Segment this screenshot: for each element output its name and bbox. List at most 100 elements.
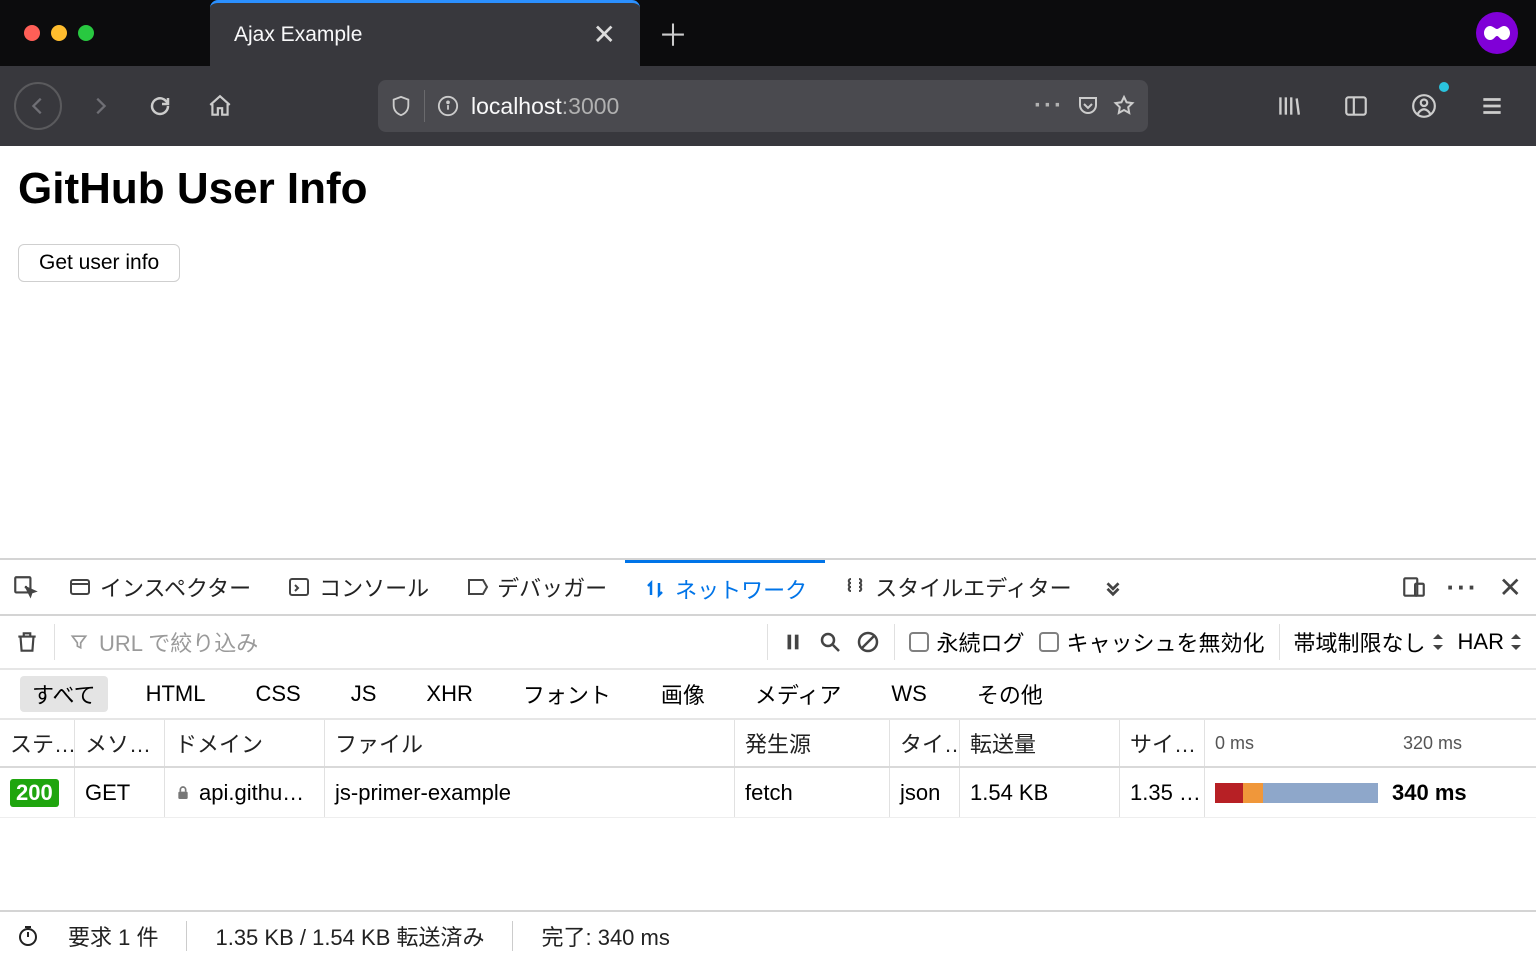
close-tab-button[interactable]: ✕ [593, 18, 616, 51]
lock-icon [175, 784, 191, 802]
wf-segment-receive [1263, 783, 1378, 803]
maximize-window-button[interactable] [78, 25, 94, 41]
filter-css[interactable]: CSS [243, 679, 312, 709]
filter-xhr[interactable]: XHR [414, 679, 484, 709]
separator [894, 624, 895, 660]
private-browsing-icon [1476, 12, 1518, 54]
col-transferred[interactable]: 転送量 [960, 720, 1120, 766]
block-icon[interactable] [856, 630, 880, 654]
pause-recording-button[interactable] [782, 631, 804, 653]
filter-other[interactable]: その他 [965, 676, 1055, 712]
tab-title: Ajax Example [234, 23, 362, 47]
throttling-select[interactable]: 帯域制限なし [1294, 626, 1444, 658]
account-icon[interactable] [1402, 84, 1446, 128]
reload-button[interactable] [138, 84, 182, 128]
devtools-close-icon[interactable]: ✕ [1499, 571, 1522, 604]
sidebar-icon[interactable] [1334, 84, 1378, 128]
url-filter-input[interactable]: URL で絞り込み [69, 626, 753, 658]
cell-domain: api.githu… [165, 768, 325, 817]
shield-icon [390, 94, 412, 118]
minimize-window-button[interactable] [51, 25, 67, 41]
browser-tab-active[interactable]: Ajax Example ✕ [210, 0, 640, 66]
col-method[interactable]: メソ… [75, 720, 165, 766]
wf-segment-dns [1243, 783, 1263, 803]
url-text: localhost:3000 [471, 93, 1022, 120]
back-button[interactable] [14, 82, 62, 130]
forward-button[interactable] [78, 84, 122, 128]
devtools-panel: インスペクター コンソール デバッガー ネットワーク スタイルエディター ···… [0, 558, 1536, 960]
stopwatch-icon[interactable] [16, 924, 40, 948]
cell-waterfall: 340 ms [1205, 768, 1536, 817]
filter-all[interactable]: すべて [20, 676, 108, 712]
pocket-icon[interactable] [1076, 94, 1100, 118]
library-icon[interactable] [1266, 84, 1310, 128]
col-file[interactable]: ファイル [325, 720, 735, 766]
disable-cache-checkbox[interactable]: キャッシュを無効化 [1039, 626, 1265, 658]
more-tabs-button[interactable] [1090, 560, 1136, 614]
persist-log-checkbox[interactable]: 永続ログ [909, 626, 1025, 658]
wf-time: 340 ms [1392, 780, 1467, 806]
tab-console[interactable]: コンソール [269, 560, 447, 614]
waterfall-mid: 320 ms [1403, 733, 1462, 754]
col-waterfall[interactable]: 0 ms 320 ms [1205, 720, 1536, 766]
summary-finish: 完了: 340 ms [541, 920, 669, 952]
persist-log-label: 永続ログ [937, 626, 1025, 658]
trash-icon[interactable] [14, 629, 40, 655]
tab-network-label: ネットワーク [675, 573, 807, 605]
har-menu[interactable]: HAR [1458, 629, 1522, 655]
cell-file: js-primer-example [325, 768, 735, 817]
tab-network[interactable]: ネットワーク [625, 560, 825, 614]
bookmark-star-icon[interactable] [1112, 94, 1136, 118]
col-type[interactable]: タイ… [890, 720, 960, 766]
new-tab-button[interactable]: ＋ [640, 0, 706, 66]
col-initiator[interactable]: 発生源 [735, 720, 890, 766]
status-badge: 200 [10, 779, 59, 807]
tab-style-editor[interactable]: スタイルエディター [825, 560, 1089, 614]
hamburger-menu-icon[interactable] [1470, 84, 1514, 128]
col-status[interactable]: ステ… [0, 720, 75, 766]
summary-requests: 要求 1 件 [68, 920, 158, 952]
filter-images[interactable]: 画像 [649, 676, 717, 712]
tab-style-editor-label: スタイルエディター [875, 571, 1071, 603]
separator [424, 90, 425, 122]
network-request-row[interactable]: 200 GET api.githu… js-primer-example fet… [0, 768, 1536, 818]
domain-text: api.githu… [199, 780, 304, 806]
col-domain[interactable]: ドメイン [165, 720, 325, 766]
network-toolbar: URL で絞り込み 永続ログ キャッシュを無効化 帯域制限なし HAR [0, 616, 1536, 670]
col-size[interactable]: サイ… [1120, 720, 1205, 766]
page-heading: GitHub User Info [18, 164, 1518, 214]
network-summary-bar: 要求 1 件 1.35 KB / 1.54 KB 転送済み 完了: 340 ms [0, 910, 1536, 960]
cell-transferred: 1.54 KB [960, 768, 1120, 817]
tab-debugger-label: デバッガー [497, 571, 607, 603]
page-content: GitHub User Info Get user info [0, 146, 1536, 558]
tab-console-label: コンソール [319, 571, 429, 603]
element-picker-button[interactable] [0, 560, 50, 614]
site-info-icon[interactable] [437, 95, 459, 117]
cell-initiator: fetch [735, 768, 890, 817]
responsive-design-icon[interactable] [1401, 574, 1427, 600]
filter-fonts[interactable]: フォント [511, 676, 623, 712]
tab-inspector[interactable]: インスペクター [50, 560, 269, 614]
cell-status: 200 [0, 768, 75, 817]
har-label: HAR [1458, 629, 1504, 655]
window-controls [0, 0, 210, 66]
filter-js[interactable]: JS [339, 679, 389, 709]
page-actions-icon[interactable]: ··· [1034, 92, 1064, 120]
get-user-info-button[interactable]: Get user info [18, 244, 180, 282]
cell-type: json [890, 768, 960, 817]
filter-media[interactable]: メディア [743, 676, 853, 712]
home-button[interactable] [198, 84, 242, 128]
summary-transferred: 1.35 KB / 1.54 KB 転送済み [215, 920, 484, 952]
cell-size: 1.35 … [1120, 768, 1205, 817]
devtools-tabbar: インスペクター コンソール デバッガー ネットワーク スタイルエディター ···… [0, 560, 1536, 616]
filter-html[interactable]: HTML [134, 679, 218, 709]
wf-segment-blocked [1215, 783, 1243, 803]
search-icon[interactable] [818, 630, 842, 654]
filter-ws[interactable]: WS [879, 679, 938, 709]
separator [767, 624, 768, 660]
close-window-button[interactable] [24, 25, 40, 41]
nav-toolbar: localhost:3000 ··· [0, 66, 1536, 146]
tab-debugger[interactable]: デバッガー [447, 560, 625, 614]
devtools-menu-icon[interactable]: ··· [1447, 572, 1479, 603]
url-bar[interactable]: localhost:3000 ··· [378, 80, 1148, 132]
